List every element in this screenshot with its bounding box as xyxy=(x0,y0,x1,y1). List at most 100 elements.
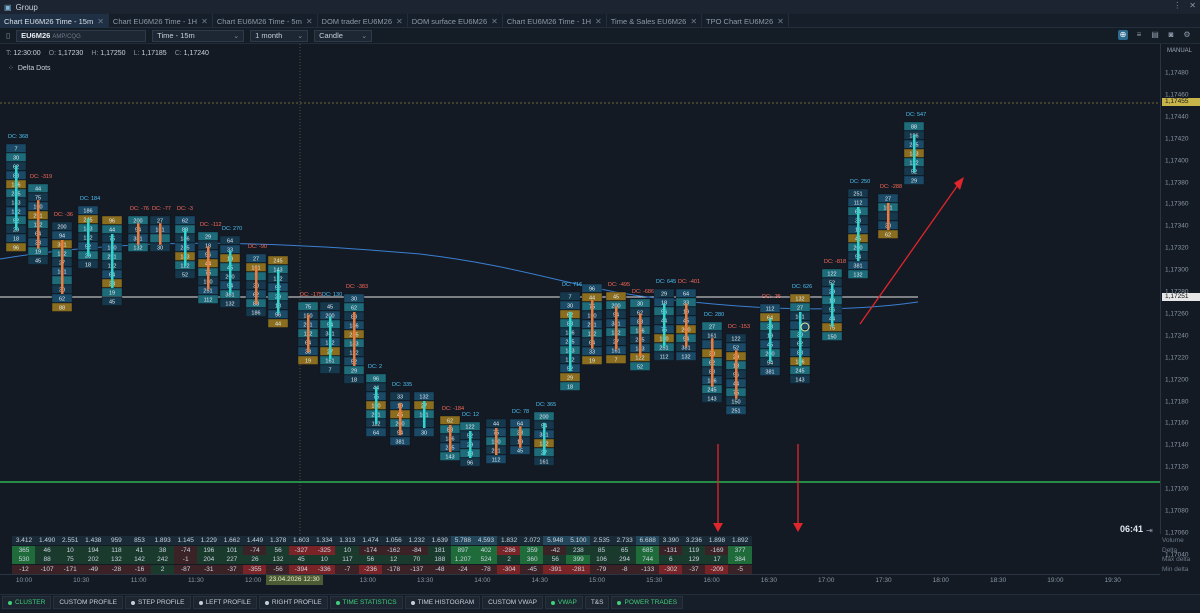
stats-cell: 56 xyxy=(543,555,568,564)
axis-mode-label[interactable]: MANUAL xyxy=(1167,48,1192,54)
footprint-value: 161 xyxy=(539,460,548,466)
crosshair-icon[interactable]: ⊕ xyxy=(1118,30,1128,40)
indicator-label[interactable]: ⁘ Delta Dots xyxy=(8,64,51,73)
stats-cell: 10 xyxy=(312,555,337,564)
close-icon[interactable]: ✕ xyxy=(690,17,697,26)
toggle-label: POWER TRADES xyxy=(624,599,678,606)
ohlc-time: 12:30:00 xyxy=(13,50,41,57)
toggle-power-trades[interactable]: POWER TRADES xyxy=(611,596,684,609)
price-tick-label: 1,17480 xyxy=(1165,69,1189,77)
footprint-candle: 6433194520094381132DC: 270 xyxy=(219,226,242,308)
footprint-candle: 13227161730 xyxy=(413,391,435,437)
footprint-candle: 122522918964475150DC: -818 xyxy=(821,259,846,341)
lock-icon[interactable]: ▤ xyxy=(1150,30,1160,40)
sidebar-toggle-icon[interactable]: ▯ xyxy=(6,31,10,40)
candle-body xyxy=(307,314,310,353)
footprint-value: 62 xyxy=(59,297,65,303)
tab-7[interactable]: TPO Chart EU6M26 ✕ xyxy=(702,14,789,28)
tab-6[interactable]: Time & Sales EU6M26 ✕ xyxy=(607,14,703,28)
price-chart[interactable]: 730628818624514312252291896DC: 368447515… xyxy=(0,44,1160,534)
footprint-value: 62 xyxy=(351,306,357,312)
tab-3[interactable]: DOM trader EU6M26 ✕ xyxy=(318,14,408,28)
layers-icon[interactable]: ≡ xyxy=(1134,30,1144,40)
toggle-custom-vwap[interactable]: CUSTOM VWAP xyxy=(482,596,543,609)
footprint-candle: 122522918964475150251DC: -153 xyxy=(725,324,750,415)
status-dot-icon xyxy=(264,600,269,605)
toggle-custom-profile[interactable]: CUSTOM PROFILE xyxy=(53,596,124,609)
candle-body xyxy=(37,200,40,249)
footprint-candle: 33194520094381DC: 335 xyxy=(389,382,412,446)
footprint-value: 245 xyxy=(273,259,282,265)
close-icon[interactable]: ✕ xyxy=(595,17,602,26)
bottom-toolbar: CLUSTER CUSTOM PROFILE STEP PROFILE LEFT PR… xyxy=(0,594,1200,610)
time-tick-label: 15:30 xyxy=(646,577,663,584)
tab-1[interactable]: Chart EU6M26 Time - 1H ✕ xyxy=(109,14,213,28)
stats-row-labels: Volume Delta Max delta Min delta xyxy=(1162,536,1190,574)
stats-cell: -336 xyxy=(312,564,337,574)
footprint-value: 45 xyxy=(35,259,41,265)
stats-cell: 399 xyxy=(566,555,591,564)
ohlc-open: 1,17230 xyxy=(58,50,84,57)
tab-label: DOM trader EU6M26 xyxy=(321,16,392,26)
toggle-left-profile[interactable]: LEFT PROFILE xyxy=(192,596,257,609)
settings-icon[interactable]: ⚙ xyxy=(1182,30,1192,40)
close-icon[interactable]: ✕ xyxy=(201,17,208,26)
down-arrowhead xyxy=(713,523,723,532)
toggle-cluster[interactable]: CLUSTER xyxy=(2,596,52,609)
close-icon[interactable]: ✕ xyxy=(97,17,104,26)
range-select[interactable]: 1 month ⌄ xyxy=(250,29,309,42)
stats-cell: -12 xyxy=(12,564,36,574)
stats-cell: 897 xyxy=(450,545,475,555)
delta-cluster-label: DC: 270 xyxy=(222,226,242,232)
footprint-value: 30 xyxy=(351,297,357,303)
symbol-selector[interactable]: EU6M26 AMP/CQG xyxy=(16,29,147,42)
footprint-value: 19 xyxy=(109,291,115,297)
stats-cell: 196 xyxy=(196,545,221,555)
stats-cell: -5 xyxy=(728,564,753,574)
chart-style-select[interactable]: Candle ⌄ xyxy=(314,29,373,42)
ohlc-low: 1,17185 xyxy=(141,50,167,57)
candle-body xyxy=(184,228,187,267)
close-icon[interactable]: ✕ xyxy=(491,17,498,26)
tab-0[interactable]: Chart EU6M26 Time - 15m ✕ xyxy=(0,14,109,28)
stats-cell: 12 xyxy=(381,555,406,564)
stats-cell: 959 xyxy=(104,536,129,545)
stats-cell: -74 xyxy=(173,545,198,555)
camera-icon[interactable]: ◙ xyxy=(1166,30,1176,40)
stats-label-delta: Delta xyxy=(1162,546,1178,554)
stats-cell: -79 xyxy=(589,564,614,574)
candle-body xyxy=(449,425,452,452)
tab-4[interactable]: DOM surface EU6M26 ✕ xyxy=(408,14,503,28)
stats-cell: -87 xyxy=(173,564,198,574)
delta-cluster-label: DC: -184 xyxy=(442,406,464,412)
window-menu-button[interactable]: ⋮ xyxy=(1173,1,1181,10)
stats-cell: -74 xyxy=(243,545,267,555)
toggle-label: TIME STATISTICS xyxy=(342,599,397,606)
tab-5[interactable]: Chart EU6M26 Time - 1H ✕ xyxy=(503,14,607,28)
price-tick-label: 1,17300 xyxy=(1165,266,1189,274)
toggle-time-statistics[interactable]: TIME STATISTICS xyxy=(329,596,403,609)
tab-2[interactable]: Chart EU6M26 Time - 5m ✕ xyxy=(213,14,318,28)
delta-cluster-label: DC: 335 xyxy=(392,382,412,388)
footprint-candle: 2918964475150251112DC: 645 xyxy=(653,279,676,361)
toggle-vwap[interactable]: VWAP xyxy=(544,596,583,609)
toggle-t-s[interactable]: T&S xyxy=(584,596,610,609)
price-axis[interactable]: MANUAL 1,17480 1,17460 1,17440 1,17420 1,174… xyxy=(1160,44,1200,558)
scroll-to-end-icon[interactable]: ⇥ xyxy=(1146,526,1153,535)
stats-cell: 744 xyxy=(635,555,660,564)
toggle-step-profile[interactable]: STEP PROFILE xyxy=(125,596,191,609)
candle-body xyxy=(799,312,802,366)
time-tick-label: 18:30 xyxy=(989,577,1007,584)
footprint-value: 96 xyxy=(467,461,473,467)
toggle-right-profile[interactable]: RIGHT PROFILE xyxy=(258,596,328,609)
window-close-button[interactable]: ✕ xyxy=(1189,1,1196,10)
close-icon[interactable]: ✕ xyxy=(306,17,313,26)
footprint-value: 30 xyxy=(157,246,163,252)
time-axis[interactable]: 10:0010:3011:0011:3012:0012:3013:0013:30… xyxy=(0,574,1160,586)
timeframe-select[interactable]: Time - 15m ⌄ xyxy=(152,29,245,42)
close-icon[interactable]: ✕ xyxy=(777,17,784,26)
toggle-time-histogram[interactable]: TIME HISTOGRAM xyxy=(404,596,481,609)
candle-body xyxy=(543,422,546,456)
ohlc-t-label: T: xyxy=(6,50,12,57)
close-icon[interactable]: ✕ xyxy=(396,17,403,26)
